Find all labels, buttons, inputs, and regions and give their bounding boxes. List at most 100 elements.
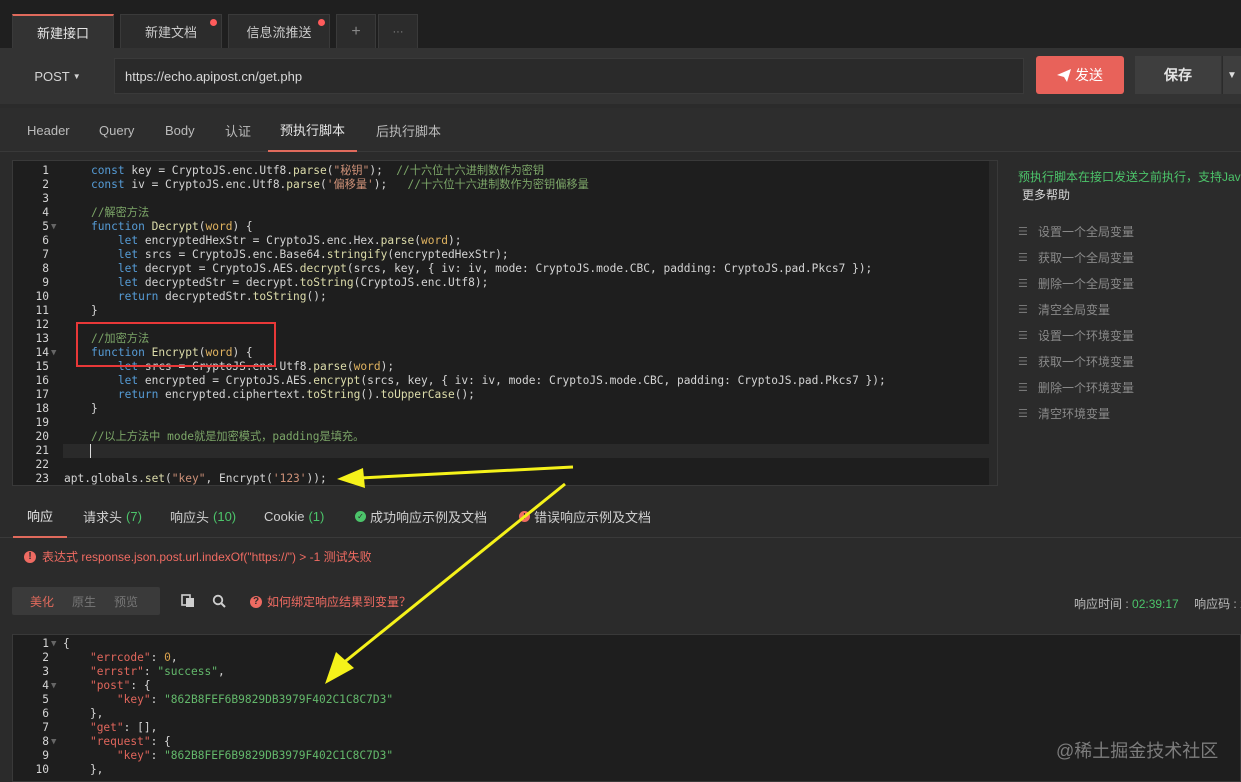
fold-toggle-icon[interactable]: ▼ [51,735,56,749]
line-number: 14 [35,346,49,359]
rtab-response[interactable]: 响应 [13,494,68,538]
json-line: 10 }, [13,763,989,777]
caret-down-icon: ▼ [1227,69,1237,81]
view-mode-raw[interactable]: 原生 [63,593,105,610]
code-line: 2 const iv = CryptoJS.enc.Utf8.parse('偏移… [13,178,989,192]
annotation-red-box [76,322,276,367]
json-text: "post": { [89,679,151,692]
search-icon[interactable] [212,594,226,608]
subtab-post-script[interactable]: 后执行脚本 [376,108,441,152]
tab-new-api[interactable]: 新建接口 [12,14,114,48]
unsaved-dot-icon [210,19,217,26]
code-text: return decryptedStr.toString(); [117,290,327,303]
view-mode-toggle: 美化 原生 预览 [12,587,160,615]
tab-new-doc[interactable]: 新建文档 [120,14,222,48]
rtab-count: (10) [213,508,237,524]
tab-feed-push[interactable]: 信息流推送 [228,14,330,48]
rtab-response-headers[interactable]: 响应头 (10) [170,494,236,538]
copy-icon[interactable] [181,594,195,608]
help-snippet-label: 删除一个全局变量 [1038,277,1135,291]
rtab-error-examples[interactable]: ! 错误响应示例及文档 [519,494,651,538]
error-circle-icon: ! [24,550,36,563]
code-text: let decryptedStr = decrypt.toString(Cryp… [117,276,489,289]
line-number: 10 [35,290,49,303]
code-line: 19 [13,416,989,430]
snippet-icon: ☰ [1018,407,1028,420]
help-snippet-label: 设置一个环境变量 [1038,329,1135,343]
code-text: function Decrypt(word) { [90,220,253,233]
more-tabs-button[interactable]: ··· [378,14,418,48]
code-line: 17 return encrypted.ciphertext.toString(… [13,388,989,402]
fold-toggle-icon[interactable]: ▼ [51,679,56,693]
rtab-request-headers[interactable]: 请求头 (7) [83,494,142,538]
code-line: 10 return decryptedStr.toString(); [13,290,989,304]
response-tabs: 响应 请求头 (7) 响应头 (10) Cookie (1) ✓ 成功响应示例及文档 !… [0,494,1241,538]
rtab-label: 响应头 [170,509,210,525]
rtab-label: 错误响应示例及文档 [534,509,652,525]
help-snippet-item[interactable]: ☰ 清空全局变量 [1018,301,1110,318]
save-dropdown-button[interactable]: ▼ [1222,56,1241,94]
help-snippet-label: 设置一个全局变量 [1038,225,1135,239]
send-button[interactable]: 发送 [1036,56,1124,94]
help-snippet-item[interactable]: ☰ 设置一个全局变量 [1018,223,1134,240]
view-mode-preview[interactable]: 预览 [105,593,147,610]
line-number: 4 [42,206,49,219]
line-number: 7 [42,248,49,261]
line-number: 13 [35,332,49,345]
code-line: 16 let encrypted = CryptoJS.AES.encrypt(… [13,374,989,388]
line-number: 12 [35,318,49,331]
snippet-icon: ☰ [1018,381,1028,394]
assertion-error-text: 表达式 response.json.post.url.indexOf("http… [42,550,372,564]
code-text: apt.globals.set("key", Encrypt('123')); [64,472,327,485]
code-text: //以上方法中 mode就是加密模式，padding是填充。 [90,430,365,443]
help-more-link[interactable]: 更多帮助 [1022,186,1070,203]
editor-scrollbar[interactable] [989,161,997,485]
fold-toggle-icon[interactable]: ▼ [51,637,56,651]
add-tab-button[interactable]: + [336,14,376,48]
line-number: 15 [35,360,49,373]
help-snippet-label: 清空环境变量 [1038,407,1111,421]
help-snippet-item[interactable]: ☰ 删除一个全局变量 [1018,275,1134,292]
help-snippet-label: 清空全局变量 [1038,303,1111,317]
method-select[interactable]: POST ▼ [10,58,105,94]
subtab-auth[interactable]: 认证 [225,108,251,152]
help-snippet-item[interactable]: ☰ 删除一个环境变量 [1018,379,1134,396]
code-line: 23 apt.globals.set("key", Encrypt('123'))… [13,472,989,485]
help-snippet-item[interactable]: ☰ 获取一个环境变量 [1018,353,1134,370]
resp-code-label: 响应码 : 2 [1194,597,1241,611]
assertion-error: ! 表达式 response.json.post.url.indexOf("ht… [24,548,372,565]
code-text: //解密方法 [90,206,150,219]
code-line: 9 let decryptedStr = decrypt.toString(Cr… [13,276,989,290]
save-button[interactable]: 保存 [1135,56,1221,94]
send-label: 发送 [1075,67,1103,83]
line-number: 7 [42,721,49,734]
json-line: 1 ▼ { [13,637,989,651]
rtab-cookie[interactable]: Cookie (1) [264,494,324,538]
help-snippet-item[interactable]: ☰ 设置一个环境变量 [1018,327,1134,344]
line-number: 6 [42,707,49,720]
tab-strip: 新建接口 新建文档 信息流推送 + ··· [0,0,1241,48]
rtab-success-examples[interactable]: ✓ 成功响应示例及文档 [355,494,487,538]
fold-toggle-icon[interactable]: ▼ [51,220,56,234]
code-text: return encrypted.ciphertext.toString().t… [117,388,475,401]
json-line: 4 ▼ "post": { [13,679,989,693]
resp-time-label: 响应时间 : [1074,597,1133,611]
code-line: 1 const key = CryptoJS.enc.Utf8.parse("秘… [13,164,989,178]
bind-result-hint[interactable]: ? 如何绑定响应结果到变量？ [250,593,411,610]
help-snippet-item[interactable]: ☰ 获取一个全局变量 [1018,249,1134,266]
more-icon: ··· [392,25,404,38]
line-number: 3 [42,665,49,678]
url-input[interactable] [114,58,1024,94]
subtab-header[interactable]: Header [27,108,70,152]
json-line: 7 "get": [], [13,721,989,735]
view-mode-pretty[interactable]: 美化 [12,593,63,610]
subtab-body[interactable]: Body [165,108,195,152]
subtab-query[interactable]: Query [99,108,134,152]
json-line: 9 "key": "862B8FEF6B9829DB3979F402C1C8C7… [13,749,989,763]
subtab-pre-script[interactable]: 预执行脚本 [268,108,358,152]
line-number: 18 [35,402,49,415]
line-number: 2 [42,178,49,191]
help-snippet-item[interactable]: ☰ 清空环境变量 [1018,405,1110,422]
fold-toggle-icon[interactable]: ▼ [51,346,56,360]
